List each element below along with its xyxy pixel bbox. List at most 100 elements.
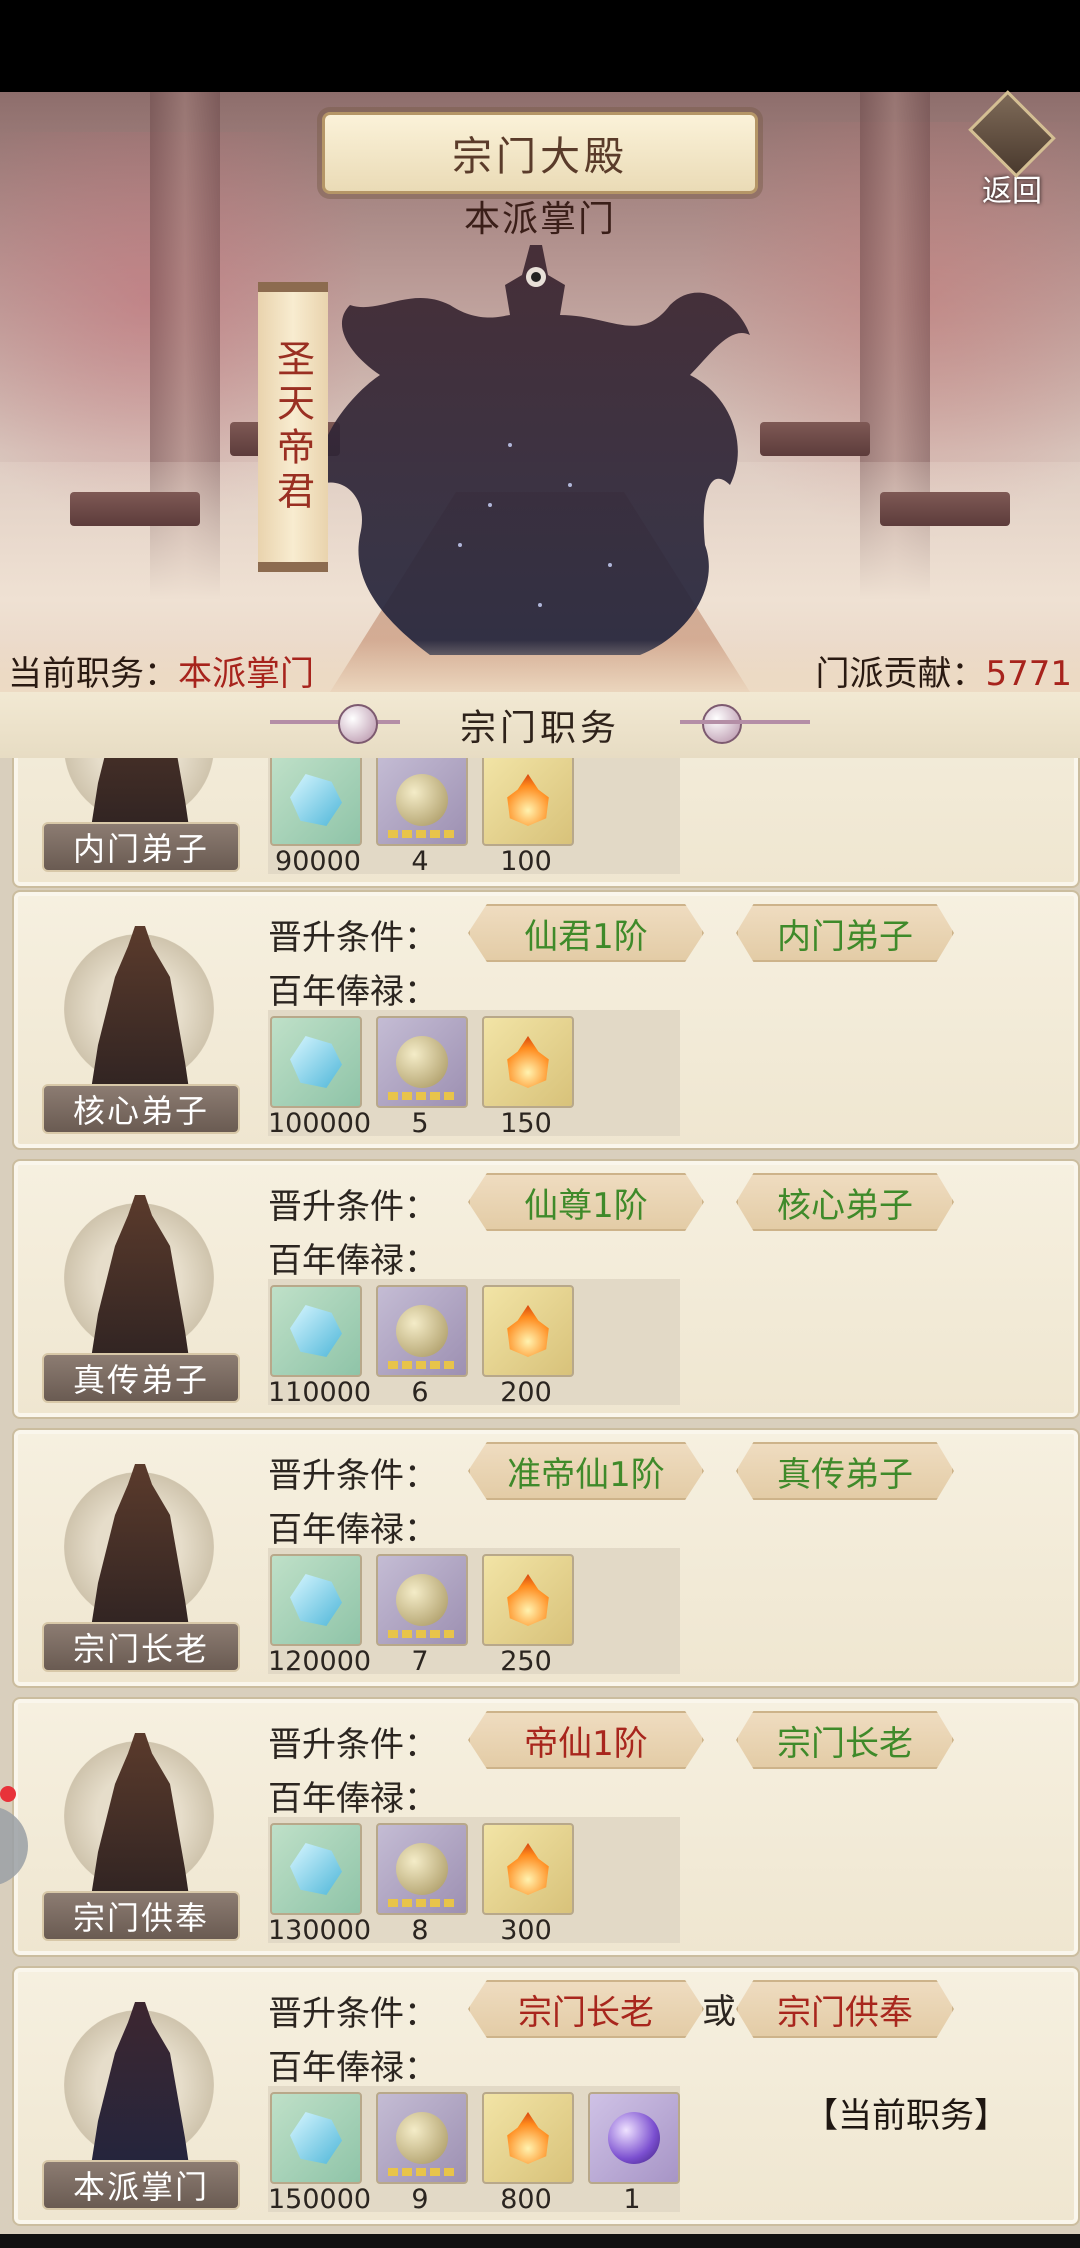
reward-slot[interactable] (270, 1823, 362, 1915)
rank-name: 内门弟子 (42, 822, 240, 872)
reward-slot[interactable] (376, 758, 468, 846)
spirit-orb-icon (396, 1305, 448, 1357)
back-button[interactable]: 返回 (962, 90, 1062, 210)
rank-portrait: 本派掌门 (28, 1982, 248, 2210)
reward-slot[interactable] (270, 758, 362, 846)
rank-card-core-disciple: 核心弟子 晋升条件： 仙君1阶 内门弟子 百年俸禄： 100000 5 150 (12, 890, 1080, 1150)
reward-amount: 100 (500, 846, 552, 877)
reward-slot[interactable] (482, 1554, 574, 1646)
master-caption: 本派掌门 (463, 199, 616, 240)
promotion-condition-label: 晋升条件： (268, 1187, 438, 1227)
salary-rewards: 150000 9 800 1 (268, 2086, 680, 2215)
page-title: 宗门大殿 (322, 112, 758, 194)
rank-portrait: 宗门长老 (28, 1444, 248, 1672)
reward-slot[interactable] (376, 1016, 468, 1108)
reward-amount: 110000 (268, 1377, 372, 1408)
rank-card-true-disciple: 真传弟子 晋升条件： 仙尊1阶 核心弟子 百年俸禄： 110000 6 200 (12, 1159, 1080, 1419)
reward-amount: 250 (500, 1646, 552, 1677)
reward-slot[interactable] (270, 2092, 362, 2184)
rank-card-inner-disciple: 内门弟子 90000 4 100 (12, 758, 1080, 888)
spirit-orb-icon (396, 1843, 448, 1895)
reward-slot[interactable] (270, 1554, 362, 1646)
salary-label: 百年俸禄： (268, 1510, 438, 1550)
reward-slot[interactable] (482, 2092, 574, 2184)
rank-name: 真传弟子 (42, 1353, 240, 1403)
reward-slot[interactable] (482, 1016, 574, 1108)
contribution-value: 5771 (985, 654, 1072, 694)
reward-amount: 100000 (268, 1108, 372, 1139)
reward-amount: 5 (411, 1108, 429, 1139)
promotion-condition-label: 晋升条件： (268, 918, 438, 958)
requirement-rank: 宗门长老 (736, 1711, 954, 1769)
requirement-realm: 准帝仙1阶 (468, 1442, 704, 1500)
flame-icon (507, 1574, 549, 1626)
rank-list[interactable]: 内门弟子 90000 4 100 核心弟子 晋升条件： 仙君1阶 内门弟子 百年… (0, 758, 1080, 2248)
reward-slot[interactable] (376, 2092, 468, 2184)
requirement-rank: 真传弟子 (736, 1442, 954, 1500)
purple-orb-icon (608, 2112, 660, 2164)
status-bar (0, 0, 1080, 92)
requirement-rank-option: 宗门供奉 (736, 1980, 954, 2038)
reward-slot[interactable] (588, 2092, 680, 2184)
reward-slot[interactable] (376, 1554, 468, 1646)
back-arrow-icon (968, 90, 1056, 178)
reward-amount: 200 (500, 1377, 552, 1408)
flame-icon (507, 1036, 549, 1088)
reward-amount: 300 (500, 1915, 552, 1946)
reward-slot[interactable] (482, 758, 574, 846)
crystal-icon (290, 774, 342, 826)
notification-dot (0, 1786, 16, 1802)
current-position: 当前职务：本派掌门 (8, 646, 314, 695)
star-rating (388, 830, 456, 838)
star-rating (388, 1630, 456, 1638)
star-rating (388, 2168, 456, 2176)
reward-amount: 120000 (268, 1646, 372, 1677)
bottom-edge (0, 2234, 1080, 2248)
reward-amount: 150000 (268, 2184, 372, 2215)
salary-label: 百年俸禄： (268, 972, 438, 1012)
sect-master-silhouette (318, 245, 750, 655)
salary-label: 百年俸禄： (268, 2048, 438, 2088)
info-bar: 当前职务：本派掌门 门派贡献：5771 (0, 640, 1080, 695)
yin-yang-icon (702, 704, 742, 744)
promotion-condition-label: 晋升条件： (268, 1456, 438, 1496)
reward-amount: 7 (411, 1646, 429, 1677)
reward-amount: 6 (411, 1377, 429, 1408)
reward-amount: 1 (623, 2184, 641, 2215)
ornament-line (270, 720, 400, 724)
flame-icon (507, 1305, 549, 1357)
spirit-orb-icon (396, 774, 448, 826)
star-rating (388, 1361, 456, 1369)
crystal-icon (290, 1036, 342, 1088)
bench-decoration (880, 492, 1010, 526)
reward-amount: 9 (411, 2184, 429, 2215)
reward-slot[interactable] (482, 1285, 574, 1377)
rank-portrait: 宗门供奉 (28, 1713, 248, 1941)
ornament-line (680, 720, 810, 724)
spirit-orb-icon (396, 1036, 448, 1088)
reward-slot[interactable] (270, 1016, 362, 1108)
reward-amount: 8 (411, 1915, 429, 1946)
reward-slot[interactable] (376, 1823, 468, 1915)
bench-decoration (70, 492, 200, 526)
reward-slot[interactable] (376, 1285, 468, 1377)
rank-portrait: 真传弟子 (28, 1175, 248, 1403)
reward-slot[interactable] (482, 1823, 574, 1915)
master-name-scroll: 圣天帝君 (258, 282, 328, 572)
current-position-label: 当前职务： (8, 654, 178, 694)
reward-slot[interactable] (270, 1285, 362, 1377)
section-title: 宗门职务 (459, 708, 620, 749)
reward-amount: 4 (411, 846, 429, 877)
reward-amount: 90000 (275, 846, 361, 877)
crystal-icon (290, 1305, 342, 1357)
salary-label: 百年俸禄： (268, 1241, 438, 1281)
promotion-condition-label: 晋升条件： (268, 1994, 438, 2034)
rank-card-sect-master: 本派掌门 晋升条件： 宗门长老 或 宗门供奉 百年俸禄： 150000 9 80… (12, 1966, 1080, 2226)
salary-rewards: 130000 8 300 (268, 1817, 680, 1946)
current-position-tag: 【当前职务】 (804, 2096, 1008, 2136)
rank-portrait: 内门弟子 (28, 758, 248, 872)
contribution-label: 门派贡献： (815, 654, 986, 694)
reward-amount: 800 (500, 2184, 552, 2215)
requirement-rank-option: 宗门长老 (468, 1980, 704, 2038)
star-rating (388, 1092, 456, 1100)
